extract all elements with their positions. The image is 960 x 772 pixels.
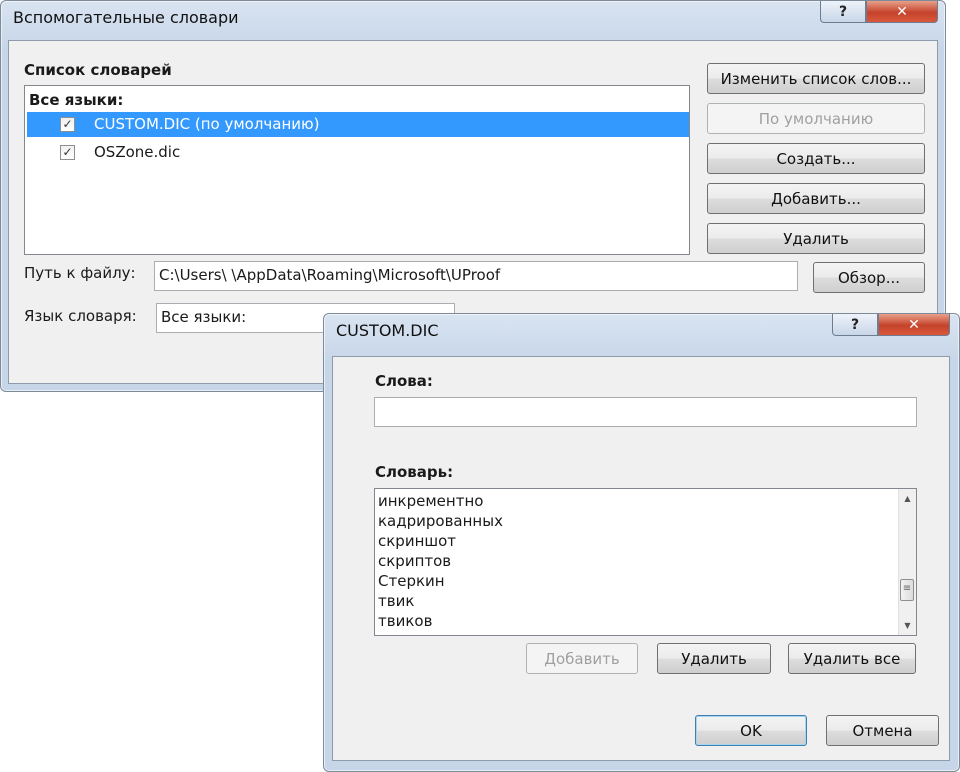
dictionary-list-label: Список словарей: [24, 61, 172, 79]
close-icon: ✕: [896, 3, 908, 20]
close-icon: ✕: [908, 316, 920, 333]
dictionary-word-list[interactable]: инкрементно кадрированных скриншот скрип…: [374, 488, 917, 636]
scrollbar-thumb[interactable]: ≡: [900, 579, 914, 601]
delete-all-button[interactable]: Удалить все: [788, 643, 916, 674]
title-bar[interactable]: Вспомогательные словари ? ✕: [1, 1, 945, 31]
words-input[interactable]: [374, 397, 917, 427]
cancel-button[interactable]: Отмена: [826, 715, 939, 746]
edit-word-list-button[interactable]: Изменить список слов...: [707, 63, 925, 94]
ok-button[interactable]: OK: [695, 715, 807, 746]
list-header-all-languages: Все языки:: [29, 91, 124, 109]
checkbox-oszone-dic[interactable]: ✓: [60, 145, 75, 160]
list-item[interactable]: твиков: [378, 612, 432, 630]
file-path-label: Путь к файлу:: [24, 264, 136, 282]
scroll-up-icon[interactable]: ▲: [899, 490, 916, 507]
list-item-label: OSZone.dic: [94, 143, 181, 161]
scroll-down-icon[interactable]: ▼: [899, 617, 916, 634]
help-icon: ?: [850, 316, 860, 333]
delete-button[interactable]: Удалить: [707, 223, 925, 254]
file-path-field[interactable]: C:\Users\ \AppData\Roaming\Microsoft\UPr…: [154, 261, 798, 291]
list-item[interactable]: скриптов: [378, 552, 451, 570]
dictionary-language-label: Язык словаря:: [24, 307, 137, 325]
list-item[interactable]: скриншот: [378, 532, 456, 550]
list-item[interactable]: Стеркин: [378, 572, 445, 590]
add-button[interactable]: Добавить...: [707, 183, 925, 214]
close-button[interactable]: ✕: [878, 314, 950, 336]
help-icon: ?: [838, 3, 848, 20]
list-item-oszone-dic[interactable]: ✓ OSZone.dic: [27, 140, 689, 165]
custom-dic-dialog: CUSTOM.DIC ? ✕ Слова: Словарь: инкремент…: [323, 313, 960, 772]
create-button[interactable]: Создать...: [707, 143, 925, 174]
dictionary-list[interactable]: Все языки: ✓ CUSTOM.DIC (по умолчанию) ✓…: [24, 85, 690, 255]
list-item[interactable]: твик: [378, 592, 414, 610]
list-item-custom-dic[interactable]: ✓ CUSTOM.DIC (по умолчанию): [27, 112, 689, 137]
help-button[interactable]: ?: [832, 314, 878, 336]
help-button[interactable]: ?: [820, 1, 866, 23]
browse-button[interactable]: Обзор...: [813, 262, 925, 293]
dialog-title: CUSTOM.DIC: [336, 321, 439, 340]
set-default-button[interactable]: По умолчанию: [707, 103, 925, 134]
list-item[interactable]: инкрементно: [378, 492, 483, 510]
delete-word-button[interactable]: Удалить: [657, 643, 771, 674]
words-label: Слова:: [375, 372, 433, 390]
title-bar[interactable]: CUSTOM.DIC ? ✕: [324, 314, 959, 344]
list-item[interactable]: кадрированных: [378, 512, 503, 530]
add-word-button[interactable]: Добавить: [526, 643, 638, 674]
close-button[interactable]: ✕: [866, 1, 938, 23]
dialog-body: Слова: Словарь: инкрементно кадрированны…: [332, 356, 950, 761]
dialog-title: Вспомогательные словари: [13, 8, 239, 27]
list-item-label: CUSTOM.DIC (по умолчанию): [94, 115, 320, 133]
checkbox-custom-dic[interactable]: ✓: [60, 117, 75, 132]
vertical-scrollbar[interactable]: ▲ ≡ ▼: [898, 489, 916, 635]
dictionary-label: Словарь:: [375, 463, 454, 481]
